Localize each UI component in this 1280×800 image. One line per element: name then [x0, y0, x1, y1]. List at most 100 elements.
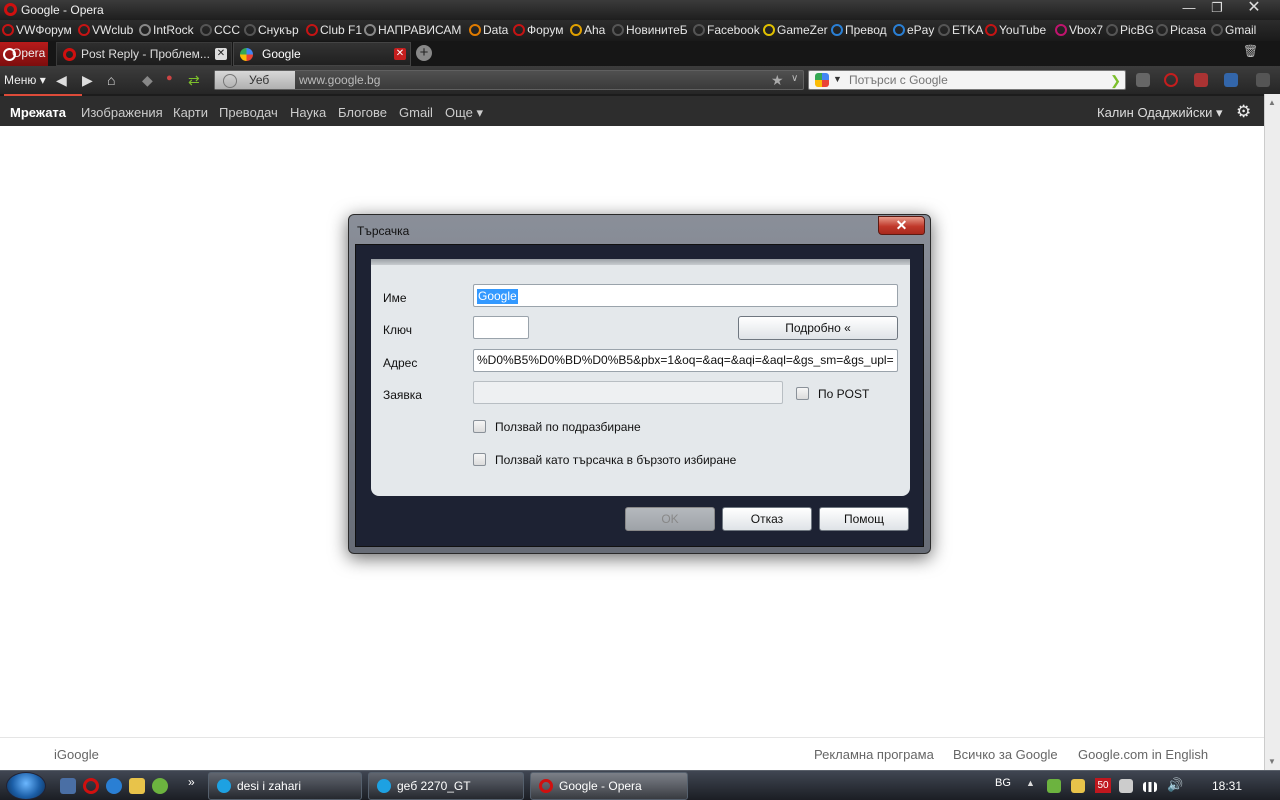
bookmark-item[interactable]: Превод: [831, 23, 887, 39]
tab-google[interactable]: Google ✕: [233, 42, 411, 66]
user-account-menu[interactable]: Калин Одаджийски ▾: [1097, 105, 1222, 121]
dialog-close-button[interactable]: ✕: [878, 216, 925, 235]
query-field[interactable]: [473, 381, 783, 404]
bookmark-item[interactable]: IntRock: [139, 23, 194, 39]
bookmark-star-icon[interactable]: ★: [771, 72, 784, 89]
fast-forward-icon[interactable]: ◆: [142, 72, 153, 89]
cancel-button[interactable]: Отказ: [722, 507, 812, 531]
gnav-scholar[interactable]: Наука: [290, 105, 326, 120]
bookmark-item[interactable]: Gmail: [1211, 23, 1256, 39]
gnav-maps[interactable]: Карти: [173, 105, 208, 120]
notes-icon[interactable]: ●: [166, 72, 173, 84]
post-checkbox[interactable]: [796, 387, 809, 400]
tab-post-reply[interactable]: Post Reply - Проблем... ✕: [56, 42, 232, 66]
wrench-icon[interactable]: [1136, 73, 1150, 87]
close-tab-icon[interactable]: ✕: [394, 48, 406, 60]
close-window-button[interactable]: ✕: [1240, 0, 1268, 18]
tray-app-icon[interactable]: [1071, 779, 1085, 793]
bookmark-item[interactable]: ePay: [893, 23, 934, 39]
close-tab-icon[interactable]: ✕: [215, 48, 227, 60]
search-input[interactable]: [849, 72, 1099, 88]
mail-counter-icon[interactable]: [1224, 73, 1238, 87]
bookmark-item[interactable]: НовинитеБ: [612, 23, 688, 39]
footer-english-link[interactable]: Google.com in English: [1078, 747, 1208, 762]
chevron-down-icon[interactable]: ∨: [791, 73, 798, 84]
extension-icon[interactable]: [1256, 73, 1270, 87]
bookmark-item[interactable]: Picasa: [1156, 23, 1206, 39]
gnav-gmail[interactable]: Gmail: [399, 105, 433, 120]
speeddial-engine-checkbox[interactable]: [473, 453, 486, 466]
volume-icon[interactable]: 🔊: [1167, 777, 1183, 793]
bookmark-item[interactable]: НАПРАВИСАМ: [364, 23, 461, 39]
clock[interactable]: 18:31: [1212, 779, 1242, 793]
quicklaunch-more-icon[interactable]: »: [188, 775, 195, 789]
maximize-button[interactable]: ❐: [1203, 0, 1231, 18]
bookmark-item[interactable]: Снукър: [244, 23, 299, 39]
details-button[interactable]: Подробно «: [738, 316, 898, 340]
start-button[interactable]: [6, 772, 46, 800]
tray-app-icon[interactable]: [1047, 779, 1061, 793]
bookmark-item[interactable]: ETKA: [938, 23, 983, 39]
google-search-engine-icon[interactable]: [815, 73, 829, 87]
bookmark-item[interactable]: Aha: [570, 23, 605, 39]
folder-icon[interactable]: [129, 778, 145, 794]
action-center-icon[interactable]: [1119, 779, 1133, 793]
search-box[interactable]: ▼ ❯: [808, 70, 1126, 90]
gnav-blogs[interactable]: Блогове: [338, 105, 387, 120]
minimize-button[interactable]: —: [1175, 0, 1203, 18]
bookmark-item[interactable]: GameZer: [763, 23, 828, 39]
address-bar[interactable]: Уеб www.google.bg ★ ∨: [214, 70, 804, 90]
address-url[interactable]: www.google.bg: [299, 73, 380, 87]
show-hidden-icons-icon[interactable]: ▲: [1026, 778, 1035, 788]
search-go-icon[interactable]: ❯: [1110, 73, 1121, 89]
app-launch-icon[interactable]: [152, 778, 168, 794]
forward-icon[interactable]: ▶: [82, 72, 93, 89]
bookmark-item[interactable]: CCC: [200, 23, 240, 39]
extension-icon[interactable]: [1194, 73, 1208, 87]
bookmark-item[interactable]: Club F1: [306, 23, 362, 39]
footer-advertising-link[interactable]: Рекламна програма: [814, 747, 934, 762]
help-button[interactable]: Помощ: [819, 507, 909, 531]
key-field[interactable]: [473, 316, 529, 339]
gnav-more[interactable]: Още ▾: [445, 105, 483, 121]
gnav-images[interactable]: Изображения: [81, 105, 163, 120]
name-field[interactable]: [473, 284, 898, 307]
bookmark-item[interactable]: Facebook: [693, 23, 760, 39]
menu-button[interactable]: Меню ▾: [4, 73, 46, 87]
internet-explorer-icon[interactable]: [106, 778, 122, 794]
network-icon[interactable]: [1143, 782, 1157, 792]
trash-icon[interactable]: 🗑: [1243, 44, 1258, 58]
page-scrollbar[interactable]: ▲ ▼: [1264, 94, 1280, 770]
opera-menu-button[interactable]: Opera: [0, 42, 48, 66]
taskbar-item-skype-chat[interactable]: desi i zahari: [208, 772, 362, 800]
bookmark-item[interactable]: Форум: [513, 23, 563, 39]
bookmark-item[interactable]: YouTube: [985, 23, 1046, 39]
back-icon[interactable]: ◀: [56, 72, 67, 89]
block-content-icon[interactable]: [1164, 73, 1178, 87]
taskbar-item-opera[interactable]: Google - Opera: [530, 772, 688, 800]
tray-badge[interactable]: 50: [1095, 778, 1111, 793]
web-badge[interactable]: Уеб: [215, 71, 295, 89]
footer-igoogle-link[interactable]: iGoogle: [54, 747, 99, 762]
sync-icon[interactable]: ⇄: [188, 72, 200, 89]
gear-icon[interactable]: ⚙: [1236, 102, 1251, 122]
home-icon[interactable]: ⌂: [107, 72, 115, 88]
bookmark-item[interactable]: Data: [469, 23, 508, 39]
address-field[interactable]: %D0%B5%D0%BD%D0%B5&pbx=1&oq=&aq=&aqi=&aq…: [473, 349, 898, 372]
name-field-value[interactable]: Google: [477, 289, 518, 304]
footer-about-link[interactable]: Всичко за Google: [953, 747, 1058, 762]
opera-launch-icon[interactable]: [83, 778, 99, 794]
ok-button[interactable]: OK: [625, 507, 715, 531]
bookmark-item[interactable]: VWclub: [78, 23, 133, 39]
default-engine-checkbox[interactable]: [473, 420, 486, 433]
scroll-down-icon[interactable]: ▼: [1268, 757, 1276, 766]
engine-dropdown-icon[interactable]: ▼: [833, 74, 842, 84]
new-tab-icon[interactable]: +: [416, 45, 432, 61]
taskbar-item-skype-call[interactable]: geб 2270_GT: [368, 772, 524, 800]
bookmark-item[interactable]: PicBG: [1106, 23, 1154, 39]
gnav-web[interactable]: Мрежата: [3, 94, 83, 120]
bookmark-item[interactable]: Vbox7: [1055, 23, 1103, 39]
scroll-up-icon[interactable]: ▲: [1268, 98, 1276, 107]
bookmark-item[interactable]: VWФорум: [2, 23, 72, 39]
language-indicator[interactable]: BG: [995, 777, 1011, 789]
